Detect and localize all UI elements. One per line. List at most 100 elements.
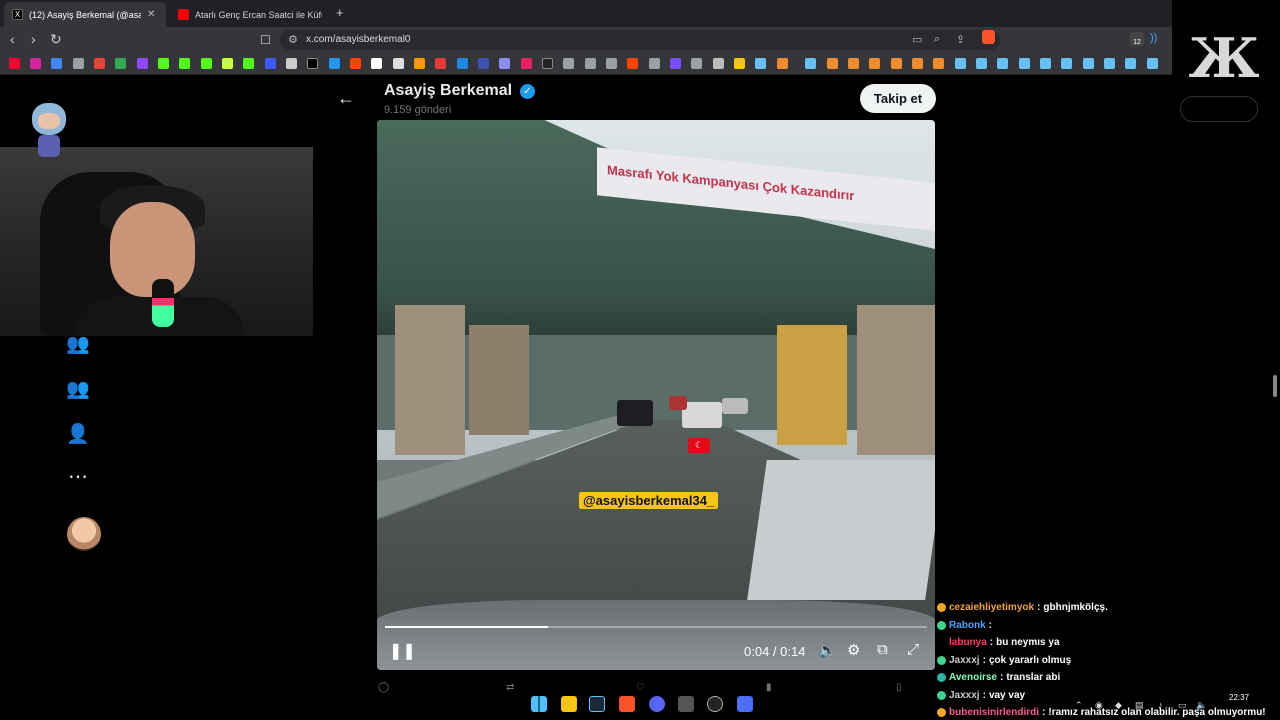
- bookmark-app-icon[interactable]: [670, 58, 681, 69]
- tray-network-icon[interactable]: ▤: [1135, 700, 1144, 711]
- taskbar-clock[interactable]: 22:37: [1229, 693, 1249, 703]
- back-arrow-icon[interactable]: ←: [337, 88, 355, 109]
- steam-icon[interactable]: [589, 696, 605, 712]
- close-tab-icon[interactable]: ✕: [147, 9, 155, 20]
- address-bar[interactable]: ⚙ x.com/asayisberkemal0 ▭ ⌕ ⇪: [280, 30, 1000, 50]
- zoom-icon[interactable]: ⌕: [934, 33, 940, 46]
- bookmark-app-icon[interactable]: [521, 58, 532, 69]
- chat-username[interactable]: cezaiehliyetimyok: [949, 602, 1034, 613]
- bookmark-steam-icon[interactable]: [1040, 58, 1051, 69]
- tray-volume-icon[interactable]: 🔈: [1196, 700, 1207, 711]
- bookmark-steam-icon[interactable]: [1147, 58, 1158, 69]
- bookmark-gmail-icon[interactable]: [94, 58, 105, 69]
- bookmark-steam-icon[interactable]: [755, 58, 766, 69]
- bookmark-kick-icon[interactable]: [179, 58, 190, 69]
- bookmark-app-icon[interactable]: [414, 58, 425, 69]
- cast-icon[interactable]: ▭: [912, 33, 922, 46]
- bookmark-app-icon[interactable]: [542, 58, 553, 69]
- bookmark-app-icon[interactable]: [393, 58, 404, 69]
- bookmark-translate-icon[interactable]: [51, 58, 62, 69]
- bookmark-youtube-icon[interactable]: [9, 58, 20, 69]
- video-progress-bar[interactable]: [385, 626, 927, 628]
- communities-icon[interactable]: 👥: [66, 378, 90, 402]
- bookmark-globe-icon[interactable]: [585, 58, 596, 69]
- bookmark-steam-icon[interactable]: [805, 58, 816, 69]
- tray-display-icon[interactable]: ▭: [1178, 700, 1187, 711]
- wifi-icon[interactable]: )): [1150, 32, 1157, 44]
- bookmark-globe-icon[interactable]: [73, 58, 84, 69]
- tray-mic-icon[interactable]: ♪: [1158, 700, 1163, 710]
- picture-in-picture-icon[interactable]: ⧉: [877, 641, 888, 658]
- fullscreen-icon[interactable]: ⤢: [907, 641, 919, 658]
- bookmark-app-icon[interactable]: [869, 58, 880, 69]
- bookmark-app-icon[interactable]: [891, 58, 902, 69]
- app-icon[interactable]: [707, 696, 723, 712]
- back-icon[interactable]: ‹: [10, 31, 15, 47]
- tab-youtube[interactable]: Atarlı Genç Ercan Saatci ile Küfürleşiy: [170, 2, 330, 27]
- bookmark-icon[interactable]: ☐: [260, 33, 271, 47]
- discord-icon[interactable]: [649, 696, 665, 712]
- brave-browser-icon[interactable]: [619, 696, 635, 712]
- tray-steam-icon[interactable]: ◆: [1115, 700, 1122, 711]
- chat-username[interactable]: Jaxxxj: [949, 655, 980, 666]
- extension-badge[interactable]: 12: [1130, 32, 1144, 46]
- bookmark-kick-icon[interactable]: [158, 58, 169, 69]
- bookmark-twitch-icon[interactable]: [137, 58, 148, 69]
- bookmark-app-icon[interactable]: [848, 58, 859, 69]
- bookmark-app-icon[interactable]: [371, 58, 382, 69]
- forward-icon[interactable]: ›: [31, 31, 36, 47]
- bookmark-app-icon[interactable]: [912, 58, 923, 69]
- bookmark-steam-icon[interactable]: [976, 58, 987, 69]
- file-explorer-icon[interactable]: [561, 696, 577, 712]
- bookmark-app-icon[interactable]: [286, 58, 297, 69]
- pause-icon[interactable]: ❚❚: [389, 641, 416, 661]
- follow-button[interactable]: Takip et: [860, 84, 936, 113]
- bookmark-app-icon[interactable]: [222, 58, 233, 69]
- bookmark-steam-icon[interactable]: [1125, 58, 1136, 69]
- windows-start-icon[interactable]: [531, 696, 547, 712]
- bookmark-reddit-icon[interactable]: [350, 58, 361, 69]
- bookmark-app-icon[interactable]: [435, 58, 446, 69]
- more-icon[interactable]: ⋯: [66, 465, 90, 489]
- communities-icon[interactable]: 👥: [66, 333, 90, 357]
- bookmark-steam-icon[interactable]: [1083, 58, 1094, 69]
- avatar[interactable]: [67, 517, 101, 551]
- bookmark-x-icon[interactable]: [307, 58, 318, 69]
- bookmark-app-icon[interactable]: [827, 58, 838, 69]
- bookmark-globe-icon[interactable]: [563, 58, 574, 69]
- bookmark-app-icon[interactable]: [499, 58, 510, 69]
- app-icon[interactable]: [737, 696, 753, 712]
- obs-icon[interactable]: [678, 696, 694, 712]
- tab-active[interactable]: X (12) Asayiş Berkemal (@asayisbe ✕: [4, 2, 166, 27]
- profile-icon[interactable]: 👤: [66, 423, 90, 447]
- tray-app-icon[interactable]: ◉: [1095, 700, 1103, 711]
- bookmark-app-icon[interactable]: [478, 58, 489, 69]
- bookmark-kick-icon[interactable]: [201, 58, 212, 69]
- bookmark-app-icon[interactable]: [265, 58, 276, 69]
- bookmark-drive-icon[interactable]: [115, 58, 126, 69]
- search-box[interactable]: [1180, 96, 1258, 122]
- bookmark-steam-icon[interactable]: [1061, 58, 1072, 69]
- bookmark-reddit-icon[interactable]: [627, 58, 638, 69]
- bookmark-app-icon[interactable]: [457, 58, 468, 69]
- bookmark-globe-icon[interactable]: [649, 58, 660, 69]
- bookmark-steam-icon[interactable]: [955, 58, 966, 69]
- video-player[interactable]: Masrafı Yok Kampanyası Çok Kazandırır ☾ …: [377, 120, 935, 670]
- chat-username[interactable]: Avenoirse: [949, 672, 997, 683]
- volume-icon[interactable]: 🔈: [818, 641, 837, 659]
- bookmark-steam-icon[interactable]: [997, 58, 1008, 69]
- site-info-icon[interactable]: ⚙: [288, 33, 298, 46]
- new-tab-button[interactable]: +: [336, 5, 344, 20]
- brave-shield-icon[interactable]: [982, 30, 995, 44]
- bookmark-kick-icon[interactable]: [243, 58, 254, 69]
- bookmark-steam-icon[interactable]: [1019, 58, 1030, 69]
- tray-chevron-icon[interactable]: ⌃: [1075, 700, 1083, 711]
- bookmark-app-icon[interactable]: [329, 58, 340, 69]
- share-icon[interactable]: ⇪: [956, 33, 965, 46]
- bookmark-steam-icon[interactable]: [1104, 58, 1115, 69]
- settings-icon[interactable]: ⚙: [847, 641, 860, 659]
- chat-username[interactable]: labunya: [949, 637, 987, 648]
- reload-icon[interactable]: ↻: [50, 31, 62, 48]
- scrollbar-thumb[interactable]: [1273, 375, 1277, 397]
- bookmark-globe-icon[interactable]: [606, 58, 617, 69]
